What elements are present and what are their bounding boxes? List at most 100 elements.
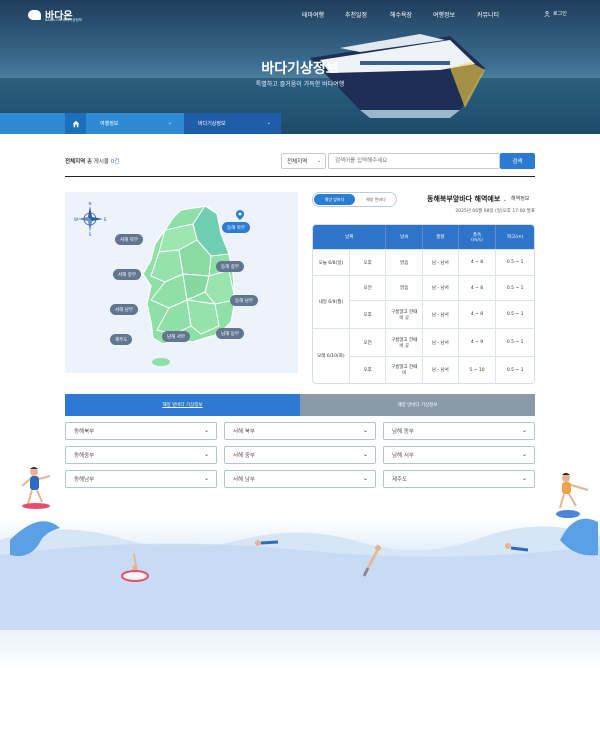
- region-jeju[interactable]: 제주도: [110, 334, 133, 345]
- forecast-title-label: 동해북부앞바다 해역예보: [427, 195, 501, 203]
- breadcrumb-spacer: [0, 113, 65, 134]
- surfer-right-image: [556, 473, 589, 518]
- tab-near-sea-weather[interactable]: 해양 앞바다 기상정보: [65, 394, 300, 416]
- toggle-near-sea[interactable]: 해양 앞바다: [314, 194, 355, 205]
- table-row: 내일 6/9(월) 오전 맑음 남 - 남서 4 ~ 8 0.5 ~ 1: [313, 275, 534, 328]
- region-east-north[interactable]: 동해 북부: [222, 222, 250, 233]
- home-icon: [72, 120, 79, 127]
- cell-wind-direction: 남 - 남서: [423, 328, 459, 356]
- region-east-central[interactable]: 동해 중부: [216, 261, 244, 272]
- table-row: 오늘 6/8(일) 오후 맑음 남 - 남서 4 ~ 8 0.5 ~ 1: [313, 249, 534, 275]
- region-select-west-north[interactable]: 서해 북부 ⌄: [224, 422, 376, 440]
- region-west-north[interactable]: 서해 북부: [115, 234, 143, 245]
- cell-period: 오후: [349, 249, 387, 275]
- top-navigation: 바다온 BADA-ON 바다기상정보 테마여행 추천일정 해수욕장 여행정보 커…: [0, 0, 600, 28]
- th-weather: 날씨: [386, 225, 424, 249]
- tab-far-sea-weather[interactable]: 해양 먼바다 기상정보: [300, 394, 535, 416]
- compass-w: W: [74, 217, 78, 222]
- select-value: 동해북부: [74, 429, 95, 435]
- region-south-east[interactable]: 남해 동부: [216, 328, 244, 339]
- breadcrumb: 여행정보 ⌄ 바다기상정보 ⌄: [0, 113, 600, 134]
- region-select-south-west[interactable]: 남해 서부 ⌄: [383, 446, 535, 464]
- cell-date: 오늘 6/8(일): [313, 249, 350, 275]
- th-wave-height: 파고(m): [496, 225, 534, 249]
- select-value: 제주도: [392, 477, 408, 483]
- forecast-title[interactable]: 동해북부앞바다 해역예보 ⌄: [427, 194, 507, 204]
- cell-wind-speed: 5 ~ 10: [458, 356, 497, 383]
- sea-area-toggle: 해양 앞바다 해양 먼바다: [312, 192, 397, 207]
- forecast-timestamp: 2025년 06월 08일 (일)오후 17:00 발표: [455, 209, 535, 214]
- region-west-south[interactable]: 서해 남부: [110, 304, 138, 315]
- login-label: 로그인: [553, 11, 567, 17]
- post-count: 전체지역 총 게시물 0건: [65, 157, 119, 165]
- cell-wave-height: 0.5 ~ 1: [496, 249, 534, 275]
- cell-wave-height: 0.5 ~ 1: [496, 300, 534, 328]
- sea-wave-illustration: [0, 518, 600, 630]
- swimmer-center-image: [255, 540, 279, 546]
- search-button[interactable]: 검색: [500, 153, 535, 169]
- region-east-south[interactable]: 동해 남부: [230, 295, 258, 306]
- nav-item-community[interactable]: 커뮤니티: [477, 10, 499, 19]
- search-input[interactable]: [328, 153, 500, 169]
- cell-wave-height: 0.5 ~ 1: [496, 328, 534, 356]
- chevron-down-icon: ⌄: [203, 475, 209, 482]
- cell-period: 오후: [349, 300, 387, 328]
- select-value: 동해남부: [74, 477, 95, 483]
- region-select-west-south[interactable]: 서해 남부 ⌄: [224, 470, 376, 488]
- nav-item-travel-info[interactable]: 여행정보: [433, 10, 455, 19]
- nav-item-theme-travel[interactable]: 테마여행: [302, 10, 324, 19]
- page-subtitle: 특별하고 즐거움이 가득한 바다여행: [255, 81, 345, 88]
- brand-logo[interactable]: 바다온 BADA-ON 바다기상정보: [28, 7, 82, 22]
- cell-wave-height: 0.5 ~ 1: [496, 356, 534, 383]
- cell-weather: 맑음: [386, 249, 424, 275]
- region-select-west-central[interactable]: 서해 중부 ⌄: [224, 446, 376, 464]
- region-south-west[interactable]: 남해 서부: [162, 331, 190, 342]
- count-value: 0건: [110, 159, 120, 165]
- toggle-far-sea[interactable]: 해양 먼바다: [356, 194, 396, 205]
- nav-item-beaches[interactable]: 해수욕장: [390, 10, 412, 19]
- region-select-east-central[interactable]: 동해중부 ⌄: [65, 446, 217, 464]
- cell-wind-speed: 4 ~ 8: [458, 300, 497, 328]
- chevron-down-icon: ⌄: [521, 427, 527, 434]
- cell-period: 오전: [349, 275, 387, 300]
- home-button[interactable]: [65, 113, 86, 134]
- cell-period: 오전: [349, 328, 387, 356]
- chevron-down-icon: ⌄: [203, 427, 209, 434]
- chevron-down-icon: ⌄: [362, 451, 368, 458]
- region-select-south-east[interactable]: 남해 동부 ⌄: [383, 422, 535, 440]
- login-link[interactable]: 로그인: [544, 10, 567, 17]
- cell-wind-direction: 남 - 남서: [423, 300, 459, 328]
- region-select-jeju[interactable]: 제주도 ⌄: [383, 470, 535, 488]
- forecast-area-info-link[interactable]: 해역정보: [511, 195, 529, 202]
- cell-weather: 맑음: [386, 275, 424, 300]
- swimmer-ring-image: [121, 553, 149, 582]
- cell-wind-speed: 4 ~ 8: [458, 275, 497, 300]
- region-select-east-north[interactable]: 동해북부 ⌄: [65, 422, 217, 440]
- breadcrumb-level1-label: 여행정보: [100, 121, 119, 127]
- cell-weather: 구름많고 한때 비 곳: [386, 300, 424, 328]
- cell-wind-speed: 4 ~ 9: [458, 328, 497, 356]
- chevron-down-icon: ⌄: [316, 158, 321, 164]
- cell-period: 오후: [349, 356, 387, 383]
- cell-wind-direction: 남 - 남서: [423, 249, 459, 275]
- user-icon: [544, 10, 550, 17]
- select-value: 서해 북부: [233, 429, 255, 435]
- chevron-down-icon: ⌄: [362, 475, 368, 482]
- select-value: 남해 서부: [392, 453, 414, 459]
- th-wind-direction: 풍향: [423, 225, 459, 249]
- nav-item-recommended[interactable]: 추천일정: [345, 10, 367, 19]
- forecast-table: 날짜 날씨 풍향 풍속 (m/s) 파고(m) 오늘 6/8(일) 오후 맑음 남…: [312, 224, 535, 384]
- region-west-central[interactable]: 서해 중부: [113, 269, 141, 280]
- compass-icon: N S W E: [74, 202, 107, 236]
- surfer-left-image: [21, 467, 51, 509]
- cell-wind-direction: 남 - 남서: [423, 356, 459, 383]
- swimmer-right-image: [505, 543, 529, 552]
- search-scope-select[interactable]: 전체지역 ⌄: [281, 153, 326, 169]
- cell-date: 내일 6/9(월): [313, 275, 350, 328]
- breadcrumb-level1-select[interactable]: 여행정보 ⌄: [86, 113, 184, 134]
- breadcrumb-level2-select[interactable]: 바다기상정보 ⌄: [184, 113, 281, 134]
- region-select-east-south[interactable]: 동해남부 ⌄: [65, 470, 217, 488]
- table-header-row: 날짜 날씨 풍향 풍속 (m/s) 파고(m): [313, 225, 534, 249]
- th-wind-speed-unit: (m/s): [471, 237, 483, 243]
- cell-weather: 구름많고 한때 비 곳: [386, 328, 424, 356]
